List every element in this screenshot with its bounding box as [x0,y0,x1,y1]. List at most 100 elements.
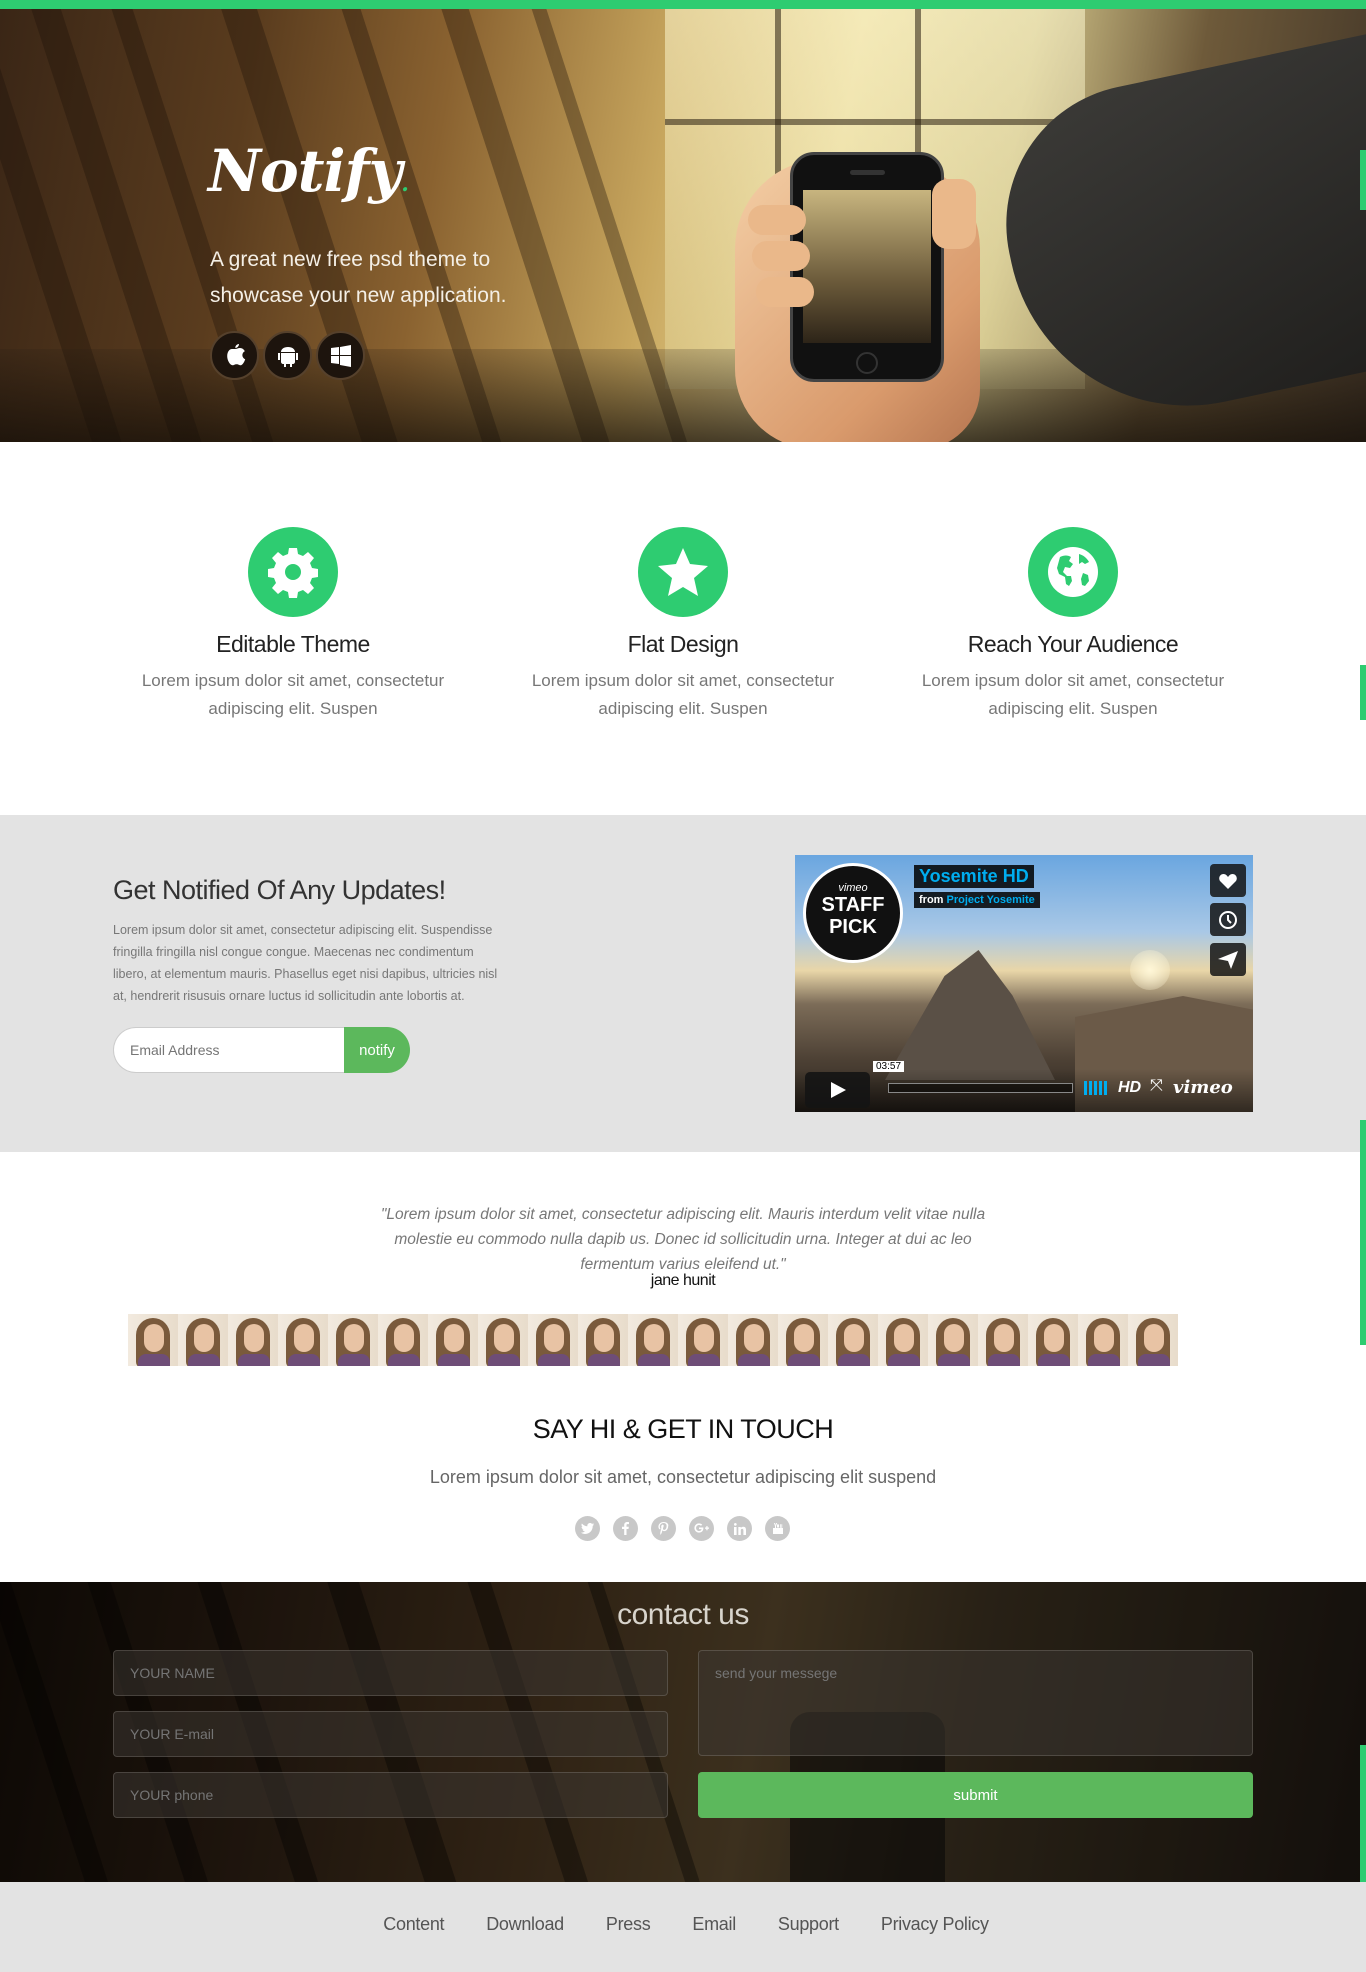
submit-button[interactable]: submit [698,1772,1253,1818]
feature-title: Flat Design [627,631,739,657]
get-in-touch-title: SAY HI & GET IN TOUCH [532,1414,834,1444]
video-author-link[interactable]: Project Yosemite [947,894,1035,906]
play-button[interactable] [805,1072,870,1108]
footer-link-support[interactable]: Support [778,1914,839,1935]
testimonial-section: "Lorem ipsum dolor sit amet, consectetur… [0,1152,1366,1582]
side-accent-bar [1360,1745,1366,1882]
twitter-icon[interactable] [575,1516,600,1541]
footer-link-email[interactable]: Email [692,1914,736,1935]
google-plus-icon[interactable] [689,1516,714,1541]
avatar[interactable] [828,1314,878,1366]
avatar[interactable] [778,1314,828,1366]
get-in-touch-subtitle: Lorem ipsum dolor sit amet, consectetur … [429,1467,937,1487]
footer-link-press[interactable]: Press [606,1914,651,1935]
play-icon [830,1082,846,1098]
testimonial-author: jane hunit [650,1272,716,1289]
feature-flat-design: Flat Design Lorem ipsum dolor sit amet, … [523,527,843,723]
contact-section: contact us submit [0,1582,1366,1882]
footer-link-privacy-policy[interactable]: Privacy Policy [881,1914,989,1935]
avatar[interactable] [628,1314,678,1366]
avatar[interactable] [978,1314,1028,1366]
like-button[interactable] [1210,864,1246,897]
apple-icon[interactable] [210,331,259,380]
video-player[interactable]: vimeo STAFF PICK Yosemite HD from Projec… [795,855,1253,1112]
avatar[interactable] [328,1314,378,1366]
store-icons [210,331,365,380]
send-icon [1218,950,1238,969]
footer-link-content[interactable]: Content [383,1914,444,1935]
footer-link-download[interactable]: Download [486,1914,564,1935]
avatar[interactable] [1028,1314,1078,1366]
hero-section: Notify. A great new free psd theme to sh… [0,9,1366,442]
side-accent-bar [1360,1120,1366,1345]
staff-pick-badge: vimeo STAFF PICK [803,863,903,963]
feature-text: Lorem ipsum dolor sit amet, consectetur … [531,671,835,718]
vimeo-logo[interactable]: vimeo [1173,1077,1233,1098]
avatar[interactable] [128,1314,178,1366]
notify-section: Get Notified Of Any Updates! Lorem ipsum… [0,815,1366,1152]
clock-icon [1219,910,1237,929]
volume-icon[interactable] [1084,1081,1109,1095]
avatar[interactable] [578,1314,628,1366]
top-accent-bar [0,0,1366,9]
side-accent-bar [1360,150,1366,210]
avatar[interactable] [728,1314,778,1366]
avatar[interactable] [478,1314,528,1366]
android-icon[interactable] [263,331,312,380]
hero-phone-image [790,152,944,382]
avatar[interactable] [228,1314,278,1366]
notify-button[interactable]: notify [344,1027,410,1073]
feature-title: Editable Theme [216,631,370,657]
fullscreen-icon[interactable]: ⤧ [1150,1077,1163,1095]
avatar[interactable] [678,1314,728,1366]
features-section: Editable Theme Lorem ipsum dolor sit ame… [0,442,1366,815]
footer: Content Download Press Email Support Pri… [0,1882,1366,1972]
watch-later-button[interactable] [1210,903,1246,936]
notify-text: Lorem ipsum dolor sit amet, consectetur … [113,923,498,1003]
hero-tagline: A great new free psd theme to showcase y… [210,248,507,307]
video-duration: 03:57 [873,1061,905,1072]
email-field[interactable] [113,1711,668,1757]
feature-text: Lorem ipsum dolor sit amet, consectetur … [141,671,445,718]
hd-toggle[interactable]: HD [1118,1079,1141,1097]
facebook-icon[interactable] [613,1516,638,1541]
youtube-icon[interactable] [765,1516,790,1541]
footer-nav: Content Download Press Email Support Pri… [0,1914,1366,1935]
logo[interactable]: Notify. [208,137,409,205]
linkedin-icon[interactable] [727,1516,752,1541]
side-accent-bar [1360,665,1366,720]
email-signup-form: notify [113,1027,410,1073]
email-input[interactable] [113,1027,344,1073]
video-progress-track[interactable] [888,1083,1073,1093]
avatar[interactable] [278,1314,328,1366]
avatar[interactable] [428,1314,478,1366]
gear-icon [248,527,338,617]
avatar[interactable] [1128,1314,1178,1366]
avatar[interactable] [1078,1314,1128,1366]
avatar[interactable] [928,1314,978,1366]
video-sun [1130,950,1170,990]
phone-field[interactable] [113,1772,668,1818]
contact-title: contact us [617,1598,749,1631]
message-field[interactable] [698,1650,1253,1756]
testimonial-quote: "Lorem ipsum dolor sit amet, consectetur… [380,1206,986,1273]
name-field[interactable] [113,1650,668,1696]
video-title[interactable]: Yosemite HD [914,865,1034,888]
heart-icon [1219,873,1237,889]
social-links [575,1516,790,1541]
share-button[interactable] [1210,943,1246,976]
avatar[interactable] [178,1314,228,1366]
feature-title: Reach Your Audience [967,631,1179,657]
windows-icon[interactable] [316,331,365,380]
globe-icon [1028,527,1118,617]
avatar[interactable] [878,1314,928,1366]
avatar[interactable] [378,1314,428,1366]
feature-text: Lorem ipsum dolor sit amet, consectetur … [921,671,1225,718]
avatar[interactable] [528,1314,578,1366]
feature-editable-theme: Editable Theme Lorem ipsum dolor sit ame… [133,527,453,723]
star-icon [638,527,728,617]
pinterest-icon[interactable] [651,1516,676,1541]
testimonial-avatars [128,1314,1178,1366]
video-mountain [885,950,1055,1080]
video-byline: from Project Yosemite [914,892,1040,908]
